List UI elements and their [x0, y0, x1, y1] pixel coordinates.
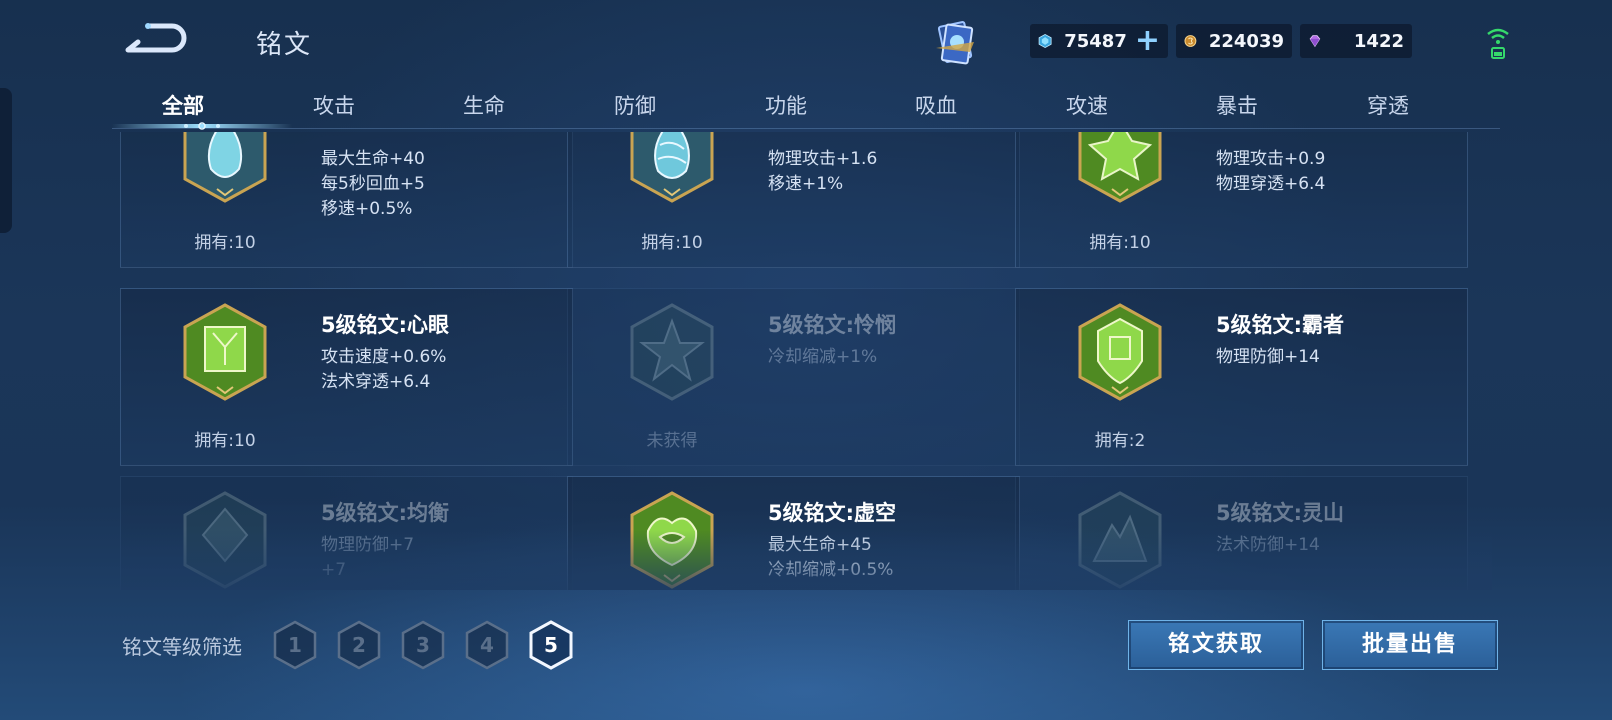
owned-count: 拥有:10	[1089, 233, 1151, 253]
tab-health[interactable]: 生命	[429, 90, 539, 120]
currency-coupons: 75487 +	[1030, 24, 1168, 58]
inscription-stats: 物理防御+14	[1216, 345, 1320, 370]
bulk-sell-button[interactable]: 批量出售	[1322, 620, 1498, 670]
level-filter-label: 铭文等级筛选	[122, 635, 242, 659]
level-3-filter[interactable]: 3	[400, 620, 446, 670]
level-1-filter[interactable]: 1	[272, 620, 318, 670]
indicator-dots-icon	[184, 122, 220, 130]
stat-line: +7	[321, 560, 347, 580]
tab-critical[interactable]: 暴击	[1182, 90, 1292, 120]
teal-swirl-emblem-icon	[630, 132, 714, 203]
inscription-stats: 冷却缩减+1%	[768, 345, 877, 370]
page-title: 铭文	[256, 30, 313, 60]
back-button[interactable]	[124, 20, 190, 56]
gold-coin-icon	[1184, 35, 1197, 47]
tab-utility[interactable]: 功能	[731, 90, 841, 120]
stat-line: 攻击速度+0.6%	[321, 347, 447, 367]
level-5-filter[interactable]: 5	[528, 620, 574, 670]
inscription-name: 5级铭文:霸者	[1216, 313, 1345, 337]
inscription-card[interactable]: 5级铭文:灵山 法术防御+14	[1015, 476, 1468, 590]
inscription-name: 5级铭文:怜悯	[768, 313, 897, 337]
svg-text:1: 1	[288, 633, 302, 657]
star-emblem-icon	[630, 303, 714, 401]
stat-line: 移速+0.5%	[321, 199, 413, 219]
level-2-filter[interactable]: 2	[336, 620, 382, 670]
tab-attack[interactable]: 攻击	[279, 90, 389, 120]
inscription-name: 5级铭文:虚空	[768, 501, 897, 525]
currency-gold: 224039	[1176, 24, 1292, 58]
inscription-stats: 物理攻击+1.6 移速+1%	[768, 147, 877, 197]
tab-divider	[112, 128, 1500, 129]
tab-penetration[interactable]: 穿透	[1333, 90, 1443, 120]
inscription-name: 5级铭文:灵山	[1216, 501, 1345, 525]
green-hex-shield-emblem-icon	[1078, 303, 1162, 401]
stat-line: 最大生命+40	[321, 149, 425, 169]
obtain-inscription-button[interactable]: 铭文获取	[1128, 620, 1304, 670]
inscription-stats: 法术防御+14	[1216, 533, 1320, 558]
stat-line: 冷却缩减+0.5%	[768, 560, 894, 580]
inscription-stats: 物理防御+7 +7	[321, 533, 414, 583]
inscription-card[interactable]: 物理攻击+0.9 物理穿透+6.4 拥有:10	[1015, 132, 1468, 268]
inscription-card[interactable]: 5级铭文:霸者 物理防御+14 拥有:2	[1015, 288, 1468, 466]
currency-gems: 1422	[1300, 24, 1412, 58]
balance-emblem-icon	[183, 491, 267, 589]
stat-line: 最大生命+45	[768, 535, 872, 555]
tab-attack-speed[interactable]: 攻速	[1032, 90, 1142, 120]
mountain-emblem-icon	[1078, 491, 1162, 589]
stat-line: 物理攻击+1.6	[768, 149, 878, 169]
inscription-card[interactable]: 物理攻击+1.6 移速+1% 拥有:10	[567, 132, 1020, 268]
category-tabs: 全部 攻击 生命 防御 功能 吸血 攻速 暴击 穿透	[112, 84, 1500, 132]
inscription-stats: 最大生命+40 每5秒回血+5 移速+0.5%	[321, 147, 425, 222]
stat-line: 法术防御+14	[1216, 535, 1320, 555]
tab-lifesteal[interactable]: 吸血	[881, 90, 991, 120]
gold-amount: 224039	[1208, 30, 1284, 52]
stat-line: 冷却缩减+1%	[768, 347, 878, 367]
owned-count: 拥有:10	[194, 431, 256, 451]
inscription-name: 5级铭文:均衡	[321, 501, 450, 525]
svg-text:4: 4	[480, 633, 494, 657]
blue-gem-icon	[1038, 33, 1052, 49]
back-arrow-icon	[125, 23, 187, 53]
green-shield-emblem-icon	[183, 303, 267, 401]
owned-count: 拥有:10	[194, 233, 256, 253]
side-pull-tab[interactable]	[0, 88, 12, 233]
stat-line: 物理穿透+6.4	[1216, 174, 1326, 194]
coupon-amount: 75487	[1064, 30, 1127, 52]
inscription-card[interactable]: 最大生命+40 每5秒回血+5 移速+0.5% 拥有:10	[120, 132, 573, 268]
green-cross-emblem-icon	[1078, 132, 1162, 203]
inscription-card[interactable]: 5级铭文:怜悯 冷却缩减+1% 未获得	[567, 288, 1020, 466]
teal-drop-emblem-icon	[183, 132, 267, 203]
inscription-card[interactable]: 5级铭文:均衡 物理防御+7 +7	[120, 476, 573, 590]
inscription-card[interactable]: 5级铭文:虚空 最大生命+45 冷却缩减+0.5%	[567, 476, 1020, 590]
stat-line: 法术穿透+6.4	[321, 372, 431, 392]
void-emblem-icon	[630, 491, 714, 589]
stat-line: 每5秒回血+5	[321, 174, 425, 194]
stat-line: 物理攻击+0.9	[1216, 149, 1326, 169]
wifi-battery-icon	[1487, 28, 1509, 59]
gem-amount: 1422	[1353, 30, 1404, 52]
inscription-stats: 攻击速度+0.6% 法术穿透+6.4	[321, 345, 446, 395]
inscription-stats: 物理攻击+0.9 物理穿透+6.4	[1216, 147, 1325, 197]
svg-text:5: 5	[544, 633, 558, 657]
not-obtained-label: 未获得	[646, 431, 698, 451]
svg-text:2: 2	[352, 633, 366, 657]
inscription-book-icon[interactable]	[930, 18, 980, 68]
inscription-name: 5级铭文:心眼	[321, 313, 450, 337]
level-4-filter[interactable]: 4	[464, 620, 510, 670]
purple-diamond-icon	[1309, 35, 1321, 48]
inscription-stats: 最大生命+45 冷却缩减+0.5%	[768, 533, 893, 583]
svg-text:3: 3	[416, 633, 430, 657]
add-coupon-button[interactable]: +	[1135, 26, 1160, 56]
stat-line: 物理防御+7	[321, 535, 415, 555]
stat-line: 移速+1%	[768, 174, 844, 194]
inscription-grid: 最大生命+40 每5秒回血+5 移速+0.5% 拥有:10 物理攻击+1.6 移…	[120, 132, 1492, 590]
owned-count: 拥有:10	[641, 233, 703, 253]
inscription-card[interactable]: 5级铭文:心眼 攻击速度+0.6% 法术穿透+6.4 拥有:10	[120, 288, 573, 466]
tab-defense[interactable]: 防御	[580, 90, 690, 120]
stat-line: 物理防御+14	[1216, 347, 1320, 367]
owned-count: 拥有:2	[1094, 431, 1146, 451]
tab-all[interactable]: 全部	[128, 90, 238, 120]
